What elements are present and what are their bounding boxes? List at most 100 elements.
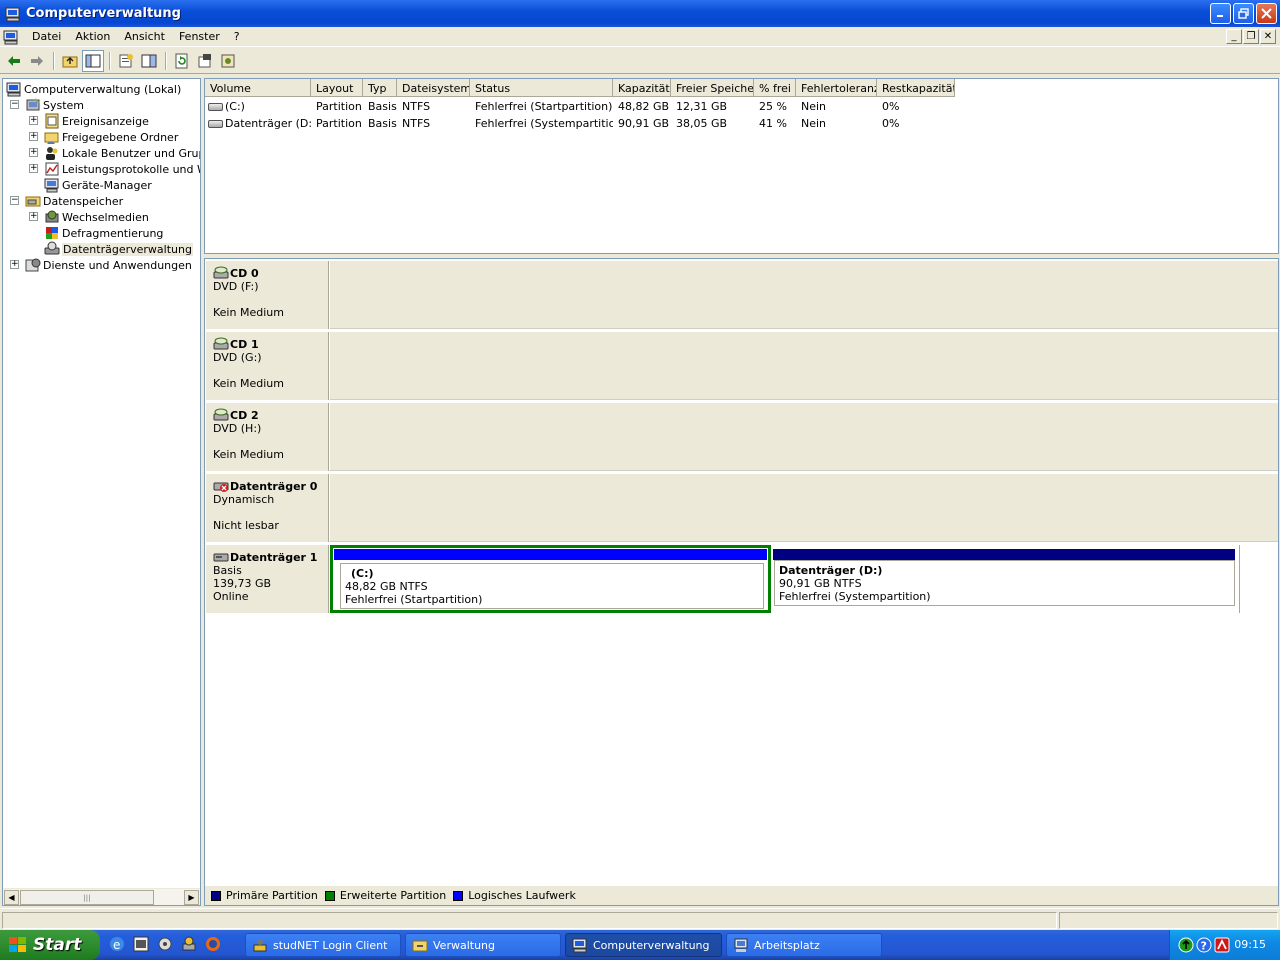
column-header[interactable]: Dateisystem: [397, 79, 470, 97]
tree-item-removable-storage[interactable]: Wechselmedien: [44, 209, 149, 225]
column-header[interactable]: Restkapazität: [877, 79, 955, 97]
scroll-right-button[interactable]: ▶: [184, 890, 199, 905]
column-header[interactable]: Status: [470, 79, 613, 97]
taskbar-item-active[interactable]: Computerverwaltung: [565, 933, 722, 957]
menu-aktion[interactable]: Aktion: [68, 30, 117, 43]
expand-toggle[interactable]: +: [29, 132, 38, 141]
disk-info[interactable]: CD 1 DVD (G:) Kein Medium: [206, 332, 329, 400]
disk-info[interactable]: Datenträger 0 Dynamisch Nicht lesbar: [206, 474, 329, 542]
disk-info[interactable]: CD 2 DVD (H:) Kein Medium: [206, 403, 329, 471]
hard-disk-icon: [213, 553, 229, 562]
tree-item-disk-management[interactable]: Datenträgerverwaltung: [44, 241, 193, 257]
partition-d[interactable]: Datenträger (D:) 90,91 GB NTFS Fehlerfre…: [771, 545, 1239, 613]
child-restore-button[interactable]: ❐: [1243, 29, 1259, 44]
disk-info[interactable]: Datenträger 1 Basis 139,73 GB Online: [206, 545, 329, 613]
child-close-button[interactable]: ✕: [1260, 29, 1276, 44]
menu-help[interactable]: ?: [227, 30, 247, 43]
scroll-thumb[interactable]: |||: [20, 890, 154, 905]
firefox-icon[interactable]: [204, 935, 222, 953]
cd-drive-icon: [213, 408, 229, 421]
disk-row-disk0[interactable]: Datenträger 0 Dynamisch Nicht lesbar: [205, 472, 1278, 543]
device-manager-icon: [44, 178, 59, 193]
back-button[interactable]: [3, 50, 25, 72]
tree-label: Wechselmedien: [62, 210, 149, 224]
column-header[interactable]: Layout: [311, 79, 363, 97]
up-folder-button[interactable]: [59, 50, 81, 72]
disk-row-cd1[interactable]: CD 1 DVD (G:) Kein Medium: [205, 330, 1278, 401]
forward-button[interactable]: [26, 50, 48, 72]
tree-item-performance-logs[interactable]: Leistungsprotokolle und War: [44, 161, 200, 177]
tree-horizontal-scrollbar[interactable]: ◀ ||| ▶: [3, 888, 200, 905]
menu-datei[interactable]: Datei: [25, 30, 68, 43]
disk-status: Kein Medium: [213, 448, 284, 461]
disk-row-disk1[interactable]: Datenträger 1 Basis 139,73 GB Online (C:…: [205, 543, 1278, 614]
expand-toggle[interactable]: +: [29, 148, 38, 157]
column-header[interactable]: Typ: [363, 79, 397, 97]
taskbar-item[interactable]: Verwaltung: [405, 933, 561, 957]
expand-toggle[interactable]: +: [29, 212, 38, 221]
internet-explorer-icon[interactable]: e: [108, 935, 126, 953]
menu-fenster[interactable]: Fenster: [172, 30, 227, 43]
table-cell: Fehlerfrei (Startpartition): [475, 100, 613, 113]
disk-type: DVD (F:): [213, 280, 259, 293]
tree-item-shared-folders[interactable]: Freigegebene Ordner: [44, 129, 178, 145]
help-icon[interactable]: ?: [1196, 937, 1212, 953]
menu-ansicht[interactable]: Ansicht: [117, 30, 172, 43]
table-row[interactable]: Datenträger (D:) Partition Basis NTFS Fe…: [205, 115, 955, 132]
disk-row-cd2[interactable]: CD 2 DVD (H:) Kein Medium: [205, 401, 1278, 472]
close-button[interactable]: [1256, 3, 1277, 24]
table-cell: 0%: [882, 117, 900, 130]
column-header[interactable]: Kapazität: [613, 79, 671, 97]
expand-toggle[interactable]: +: [29, 164, 38, 173]
tree-item-root[interactable]: Computerverwaltung (Lokal): [6, 81, 181, 97]
explorer-icon[interactable]: [132, 935, 150, 953]
tree-item-event-viewer[interactable]: Ereignisanzeige: [44, 113, 149, 129]
media-icon[interactable]: [156, 935, 174, 953]
title-bar[interactable]: Computerverwaltung: [0, 0, 1280, 27]
column-header[interactable]: Fehlertoleranz: [796, 79, 877, 97]
disk-row-cd0[interactable]: CD 0 DVD (F:) Kein Medium: [205, 259, 1278, 330]
disk-name: CD 0: [230, 266, 259, 280]
table-cell: 41 %: [759, 117, 787, 130]
collapse-system-toggle[interactable]: −: [10, 100, 19, 109]
users-icon: [46, 147, 58, 160]
column-header[interactable]: Freier Speicher: [671, 79, 754, 97]
network-icon[interactable]: [180, 935, 198, 953]
legend-swatch: [211, 890, 221, 901]
scroll-left-button[interactable]: ◀: [4, 890, 19, 905]
performance-icon: [45, 162, 59, 176]
partition-c[interactable]: (C:) 48,82 GB NTFS Fehlerfrei (Startpart…: [330, 545, 771, 613]
tree-item-local-users[interactable]: Lokale Benutzer und Gruppe: [44, 145, 200, 161]
minimize-button[interactable]: [1210, 3, 1231, 24]
console-icon[interactable]: [3, 29, 19, 45]
antivirus-icon[interactable]: [1214, 937, 1230, 953]
properties-button[interactable]: [115, 50, 137, 72]
column-header[interactable]: % frei: [754, 79, 796, 97]
taskbar-item[interactable]: Arbeitsplatz: [726, 933, 882, 957]
help-button[interactable]: [138, 50, 160, 72]
refresh-button[interactable]: [171, 50, 193, 72]
tree-item-storage[interactable]: Datenspeicher: [25, 193, 123, 209]
disk-partition-area: [330, 261, 1278, 329]
settings-button[interactable]: [217, 50, 239, 72]
tree-item-device-manager[interactable]: Geräte-Manager: [44, 177, 152, 193]
expand-toggle[interactable]: +: [29, 116, 38, 125]
collapse-storage-toggle[interactable]: −: [10, 196, 19, 205]
disk-info[interactable]: CD 0 DVD (F:) Kein Medium: [206, 261, 329, 329]
column-header[interactable]: Volume: [205, 79, 311, 97]
taskbar-item[interactable]: studNET Login Client: [245, 933, 401, 957]
expand-toggle[interactable]: +: [10, 260, 19, 269]
show-tree-button[interactable]: [82, 49, 104, 72]
disk-status: Online: [213, 590, 249, 603]
tree-label: Defragmentierung: [62, 226, 164, 240]
table-row[interactable]: (C:) Partition Basis NTFS Fehlerfrei (St…: [205, 98, 955, 115]
tree-item-system[interactable]: System: [25, 97, 84, 113]
export-list-button[interactable]: [194, 50, 216, 72]
child-minimize-button[interactable]: _: [1226, 29, 1242, 44]
volume-list-header: Volume Layout Typ Dateisystem Status Kap…: [205, 79, 955, 97]
maximize-button[interactable]: [1233, 3, 1254, 24]
update-icon[interactable]: [1178, 937, 1194, 953]
tree-item-defrag[interactable]: Defragmentierung: [44, 225, 163, 241]
tree-item-services[interactable]: Dienste und Anwendungen: [25, 257, 192, 273]
start-button[interactable]: Start: [0, 930, 100, 960]
